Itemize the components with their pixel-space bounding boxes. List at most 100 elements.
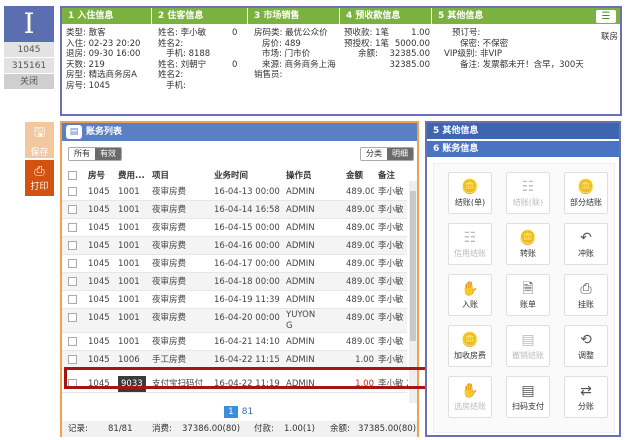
col-note[interactable]: 备注	[378, 169, 395, 183]
page-current[interactable]: 1	[224, 406, 238, 418]
other-info-header[interactable]: 5 其他信息	[427, 123, 619, 139]
cell-op: ADMIN	[286, 259, 315, 269]
cell-amount: 489.00	[346, 295, 374, 305]
cell-item: 夜审房费	[152, 259, 187, 269]
col-time[interactable]: 业务时间	[214, 169, 248, 183]
table-row[interactable]: 1045 1001 夜审房费 16-04-17 00:00 ADMIN 489.00 李小敏	[62, 255, 407, 273]
footer-records: 81/81	[108, 424, 133, 434]
select-all-checkbox[interactable]	[68, 171, 77, 180]
action-button-8[interactable]: ⎙ 挂账	[564, 274, 608, 316]
market-room-rate: 房价: 489	[262, 38, 301, 49]
cell-item: 夜审房费	[152, 277, 187, 287]
action-button-0[interactable]: 🪙 结账(单)	[448, 172, 492, 214]
row-checkbox[interactable]	[68, 295, 77, 304]
cell-room: 1045	[88, 259, 110, 269]
action-button-13[interactable]: ▤ 扫码支付	[506, 376, 550, 418]
col-fee-code[interactable]: 费用...	[118, 169, 145, 183]
table-row[interactable]: 1045 1001 夜审房费 16-04-21 14:10 ADMIN 489.00 李小敏	[62, 333, 407, 351]
action-button-10: ▤ 撤销结账	[506, 325, 550, 367]
col-operator[interactable]: 操作员	[286, 169, 312, 183]
hand-coin-icon: ✋	[461, 281, 479, 297]
action-button-14[interactable]: ⇄ 分账	[564, 376, 608, 418]
row-checkbox[interactable]	[68, 355, 77, 364]
close-button[interactable]: 关闭	[4, 74, 54, 90]
info-header: 1 入住信息 2 住客信息 3 市场销售 4 预收款信息 5 其他信息	[62, 8, 620, 24]
footer-balance: 37385.00(80)	[358, 424, 417, 434]
footer-consume: 37386.00(80)	[182, 424, 241, 434]
cell-code: 1001	[118, 295, 140, 305]
action-button-6[interactable]: ✋ 入账	[448, 274, 492, 316]
action-button-2[interactable]: 🪙 部分结账	[564, 172, 608, 214]
table-header: 房号 费用... 项目 业务时间 操作员 金额 备注	[62, 169, 407, 183]
account-number-tab[interactable]: 315161	[4, 58, 54, 74]
print-icon: ⎙	[34, 164, 45, 179]
cell-time: 16-04-15 00:00	[214, 223, 280, 233]
linked-room-link[interactable]: 联房	[601, 30, 618, 42]
cell-note: 李小敏	[378, 337, 404, 347]
table-row[interactable]: 1045 1001 夜审房费 16-04-18 00:00 ADMIN 489.00 李小敏	[62, 273, 407, 291]
action-bar: 🖫 保存 ⎙ 打印	[25, 122, 54, 196]
cell-code: 1001	[118, 187, 140, 197]
tab-category[interactable]: 分类	[361, 148, 387, 160]
account-info-header[interactable]: 6 账务信息	[427, 141, 619, 157]
row-checkbox[interactable]	[68, 223, 77, 232]
guest-info: 姓名: 李小敏 0 姓名2: 手机: 8188 姓名: 刘朝宁 0 姓名2: 手机:	[158, 28, 242, 91]
table-row[interactable]: 1045 1001 夜审房费 16-04-14 16:58 ADMIN 489.00 李小敏	[62, 201, 407, 219]
row-checkbox[interactable]	[68, 205, 77, 214]
return-icon: ↶	[580, 230, 592, 246]
col-room[interactable]: 房号	[88, 169, 105, 183]
cell-time: 16-04-16 00:00	[214, 241, 280, 251]
guest-phone-second: 手机:	[166, 80, 186, 91]
cell-op: YUYON	[286, 310, 316, 320]
table-row[interactable]: 1045 1001 夜审房费 16-04-20 00:00 YUYON G 489.00 李小…	[62, 309, 407, 333]
account-list-panel: ▤ 账务列表 所有 有效 分类 明细 房号 费用... 项目 业务时间 操作员 …	[60, 121, 419, 437]
table-row[interactable]: 1045 1001 夜审房费 16-04-16 00:00 ADMIN 489.00 李小敏	[62, 237, 407, 255]
preauth-value: 5000.00	[394, 38, 430, 49]
cell-op: ADMIN	[286, 241, 315, 251]
cell-room: 1045	[88, 277, 110, 287]
row-checkbox[interactable]	[68, 277, 77, 286]
cell-code: 1001	[118, 259, 140, 269]
action-button-11[interactable]: ⟲ 调整	[564, 325, 608, 367]
row-checkbox[interactable]	[68, 241, 77, 250]
save-button[interactable]: 🖫 保存	[25, 122, 54, 158]
col-item[interactable]: 项目	[152, 169, 169, 183]
row-checkbox[interactable]	[68, 259, 77, 268]
table-row[interactable]: 1045 1001 夜审房费 16-04-15 00:00 ADMIN 489.00 李小敏	[62, 219, 407, 237]
page-total[interactable]: 81	[242, 407, 253, 417]
guest-count-second: 0	[232, 59, 238, 70]
action-button-5[interactable]: ↶ 冲账	[564, 223, 608, 265]
action-button-7[interactable]: 🗎 账单	[506, 274, 550, 316]
scrollbar-thumb[interactable]	[410, 191, 416, 341]
table-row[interactable]: 1045 1001 夜审房费 16-04-13 00:00 ADMIN 489.00 李小敏	[62, 183, 407, 201]
action-label: 结账(单)	[454, 198, 486, 207]
cell-code: 1001	[118, 223, 140, 233]
cell-room: 1045	[88, 187, 110, 197]
action-grid: 🪙 结账(单) ☷ 结账(联) 🪙 部分结账 ☷ 信用结账 🪙 转账 ↶ 冲账 ✋ 入账 🗎 账单 ⎙ 挂账 🪙 加收…	[433, 163, 615, 433]
action-label: 调整	[578, 351, 594, 360]
guest-phone: 手机: 8188	[166, 49, 211, 59]
footer-records-label: 记录:	[68, 424, 88, 434]
print-button[interactable]: ⎙ 打印	[25, 160, 54, 196]
tab-valid[interactable]: 有效	[95, 148, 121, 160]
row-checkbox[interactable]	[68, 187, 77, 196]
tab-all[interactable]: 所有	[69, 148, 95, 160]
coins-icon: 🪙	[461, 332, 479, 348]
logo: I	[4, 6, 54, 42]
list-icon[interactable]: ☰	[596, 10, 616, 23]
cell-op: ADMIN	[286, 223, 315, 233]
action-label: 部分结账	[570, 198, 602, 207]
deposit-label: 预收款: 1笔	[344, 28, 389, 38]
market-info: 房码类: 最优公众价 房价: 489 市场: 门市价 来源: 商务商务上海 销售…	[254, 28, 344, 81]
row-checkbox[interactable]	[68, 313, 77, 322]
tab-detail[interactable]: 明细	[387, 148, 413, 160]
action-button-9[interactable]: 🪙 加收房费	[448, 325, 492, 367]
col-amount[interactable]: 金额	[346, 169, 363, 183]
room-number-tab[interactable]: 1045	[4, 42, 54, 58]
footer-pay-label: 付款:	[254, 424, 274, 434]
action-label: 入账	[462, 300, 478, 309]
action-button-4[interactable]: 🪙 转账	[506, 223, 550, 265]
table-row[interactable]: 1045 1001 夜审房费 16-04-19 11:39 ADMIN 489.00 李小敏	[62, 291, 407, 309]
row-checkbox[interactable]	[68, 337, 77, 346]
cell-item: 夜审房费	[152, 205, 187, 215]
